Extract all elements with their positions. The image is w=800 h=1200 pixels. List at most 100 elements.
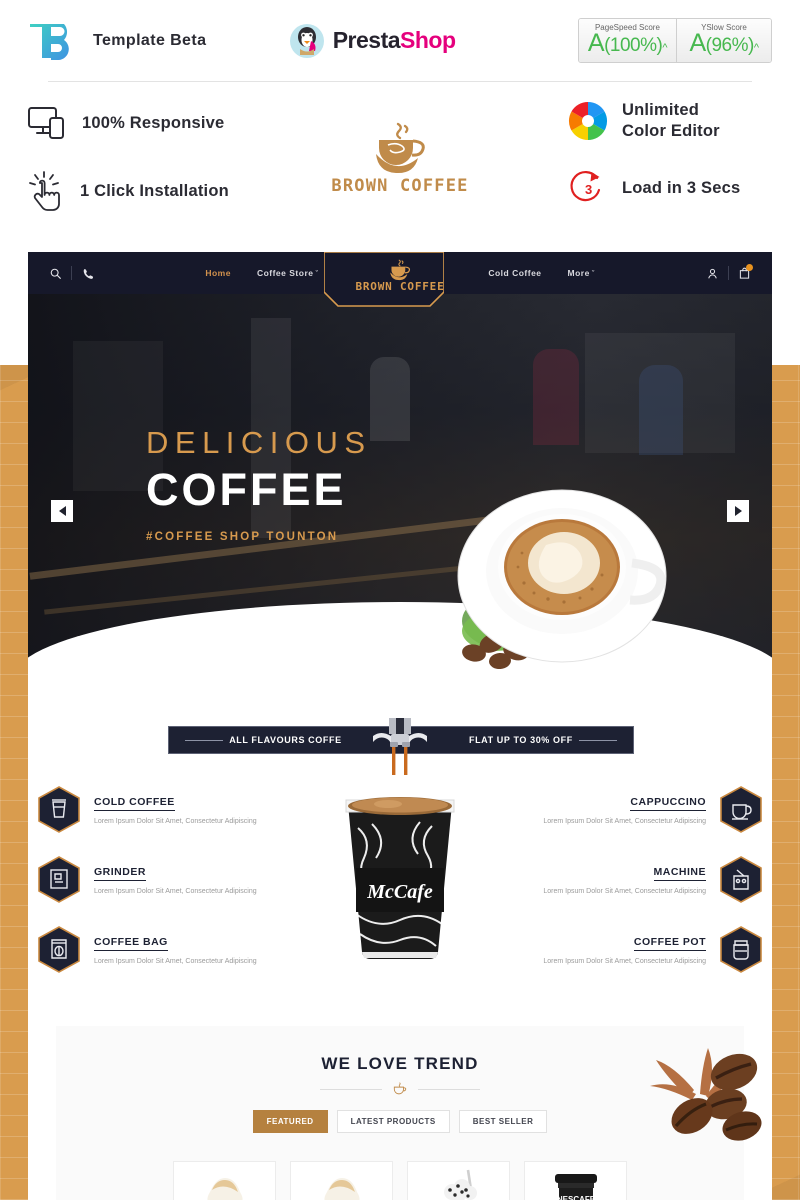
devices-icon xyxy=(28,107,64,139)
phone-icon[interactable] xyxy=(82,268,93,279)
cappuccino-cup-icon xyxy=(720,786,762,833)
site-logo-wordmark: BROWN COFFEE xyxy=(355,280,445,293)
chocolate-shake-image xyxy=(443,1169,477,1200)
tab-best-seller[interactable]: BEST SELLER xyxy=(458,1110,548,1133)
promo-feature-desc: Lorem Ipsum Dolor Sit Amet, Consectetur … xyxy=(94,958,257,965)
speed-timer-icon: 3 xyxy=(570,171,601,202)
site-navbar: Home Coffee Store ˇ Cold Coffee More ˇ B… xyxy=(28,252,772,307)
feature-color-editor: Unlimited Color Editor xyxy=(568,100,720,142)
slider-prev-button[interactable] xyxy=(51,500,73,522)
header-top-row: Template Beta PrestaShop PageSpeed Score… xyxy=(0,0,800,63)
hero-person-shape xyxy=(370,356,411,441)
promo-feature-title: CAPPUCCINO xyxy=(630,796,706,811)
promo-feature-list-left: COLD COFFEE Lorem Ipsum Dolor Sit Amet, … xyxy=(38,786,338,996)
search-icon[interactable] xyxy=(50,268,61,279)
mccafe-cup-image: McCafe xyxy=(332,764,468,969)
cart-icon[interactable] xyxy=(739,264,753,279)
nav-link-cold-coffee[interactable]: Cold Coffee xyxy=(488,268,541,278)
yslow-score: YSlow Score A(96%)^ xyxy=(675,19,771,62)
product-card[interactable] xyxy=(173,1161,276,1200)
svg-text:3: 3 xyxy=(585,182,592,197)
promo-feature-item[interactable]: COFFEE BAG Lorem Ipsum Dolor Sit Amet, C… xyxy=(38,926,338,973)
brown-coffee-wordmark: BROWN COFFEE xyxy=(331,176,469,196)
promo-feature-item[interactable]: GRINDER Lorem Ipsum Dolor Sit Amet, Cons… xyxy=(38,856,338,903)
click-hand-icon xyxy=(29,171,60,211)
tab-latest-products[interactable]: LATEST PRODUCTS xyxy=(336,1110,450,1133)
nav-link-home[interactable]: Home xyxy=(205,268,231,278)
presta-text: Presta xyxy=(332,27,401,53)
promo-feature-title: MACHINE xyxy=(653,866,706,881)
user-icon[interactable] xyxy=(707,268,718,279)
color-editor-line2: Color Editor xyxy=(622,122,720,140)
feature-one-click: 1 Click Installation xyxy=(28,170,229,212)
nescafe-latte-image: NESCAFE xyxy=(554,1174,597,1200)
hero-slider: DELICIOUS COFFEE #COFFEE SHOP TOUNTON xyxy=(28,294,772,686)
promo-feature-desc: Lorem Ipsum Dolor Sit Amet, Consectetur … xyxy=(94,888,257,895)
promo-feature-list-right: CAPPUCCINO Lorem Ipsum Dolor Sit Amet, C… xyxy=(462,786,762,996)
espresso-spout-icon xyxy=(373,718,427,775)
feature-responsive: 100% Responsive xyxy=(28,106,224,140)
product-grid: NESCAFE xyxy=(173,1161,627,1200)
nav-separator xyxy=(71,266,72,280)
brown-coffee-logo: BROWN COFFEE xyxy=(305,120,495,196)
promo-feature-item[interactable]: COFFEE POT Lorem Ipsum Dolor Sit Amet, C… xyxy=(462,926,762,973)
promo-feature-item[interactable]: COLD COFFEE Lorem Ipsum Dolor Sit Amet, … xyxy=(38,786,338,833)
t3-logo-icon xyxy=(30,23,69,60)
pagespeed-score: PageSpeed Score A(100%)^ xyxy=(578,19,676,62)
nav-link-coffee-store[interactable]: Coffee Store ˇ xyxy=(257,268,318,278)
header-divider xyxy=(48,81,752,82)
prestashop-wordmark: PrestaShop xyxy=(333,27,456,54)
hero-person-shape xyxy=(532,348,579,445)
product-card[interactable] xyxy=(407,1161,510,1200)
chevron-left-icon xyxy=(58,506,66,516)
yslow-value: A(96%)^ xyxy=(689,31,759,56)
promo-feature-body: COFFEE POT Lorem Ipsum Dolor Sit Amet, C… xyxy=(462,932,706,967)
promo-feature-item[interactable]: MACHINE Lorem Ipsum Dolor Sit Amet, Cons… xyxy=(462,856,762,903)
cart-count-badge xyxy=(746,264,753,271)
product-card[interactable] xyxy=(290,1161,393,1200)
coffee-pot-icon xyxy=(720,926,762,973)
promo-left-text: ALL FLAVOURS COFFE xyxy=(185,735,342,745)
feature-color-editor-label: Unlimited Color Editor xyxy=(622,100,720,142)
tab-featured[interactable]: FEATURED xyxy=(252,1110,328,1133)
promo-feature-desc: Lorem Ipsum Dolor Sit Amet, Consectetur … xyxy=(543,958,706,965)
feature-highlights: 100% Responsive 1 Click Installation Unl… xyxy=(0,98,800,248)
hero-headline-main: COFFEE xyxy=(146,464,347,515)
promo-feature-title: COLD COFFEE xyxy=(94,796,175,811)
pagespeed-grade: A xyxy=(587,29,605,57)
promo-feature-body: GRINDER Lorem Ipsum Dolor Sit Amet, Cons… xyxy=(94,862,338,897)
hero-coffee-cup-image xyxy=(434,471,684,676)
product-card[interactable]: NESCAFE xyxy=(524,1161,627,1200)
promo-feature-desc: Lorem Ipsum Dolor Sit Amet, Consectetur … xyxy=(543,888,706,895)
hero-copy: DELICIOUS COFFEE #COFFEE SHOP TOUNTON xyxy=(146,424,372,543)
chevron-down-icon: ˇ xyxy=(315,271,319,278)
yslow-caret-icon: ^ xyxy=(753,42,759,54)
hero-headline-top: DELICIOUS xyxy=(146,425,372,460)
yslow-percent: (96%) xyxy=(705,35,755,56)
promo-feature-desc: Lorem Ipsum Dolor Sit Amet, Consectetur … xyxy=(543,818,706,825)
prestashop-logo: PrestaShop xyxy=(289,23,456,59)
navbar-utility-right xyxy=(707,264,753,280)
slider-next-button[interactable] xyxy=(727,500,749,522)
shop-text: Shop xyxy=(400,27,456,53)
nav-link-more[interactable]: More ˇ xyxy=(568,268,595,278)
coffee-cup-icon xyxy=(376,122,425,174)
mccafe-brand-text: McCafe xyxy=(366,881,433,903)
coffee-cup-icon xyxy=(393,1082,407,1095)
promo-feature-item[interactable]: CAPPUCCINO Lorem Ipsum Dolor Sit Amet, C… xyxy=(462,786,762,833)
promo-header: Template Beta PrestaShop PageSpeed Score… xyxy=(0,0,800,252)
coffee-bag-icon xyxy=(38,926,80,973)
navbar-utility-left xyxy=(50,266,93,280)
feature-responsive-label: 100% Responsive xyxy=(82,113,225,132)
performance-scores: PageSpeed Score A(100%)^ YSlow Score A(9… xyxy=(577,18,772,63)
divider-line xyxy=(320,1088,382,1090)
coffee-machine-icon xyxy=(720,856,762,903)
coffee-beans-decoration xyxy=(630,1034,772,1149)
to-go-cup-icon xyxy=(38,786,80,833)
color-editor-line1: Unlimited xyxy=(622,101,699,119)
promo-features-section: ALL FLAVOURS COFFE FLAT UP TO 30% OFF Mc… xyxy=(28,686,772,1026)
promo-feature-body: COFFEE BAG Lorem Ipsum Dolor Sit Amet, C… xyxy=(94,932,338,967)
pagespeed-value: A(100%)^ xyxy=(588,31,668,56)
chevron-right-icon xyxy=(734,506,742,516)
feature-one-click-label: 1 Click Installation xyxy=(80,181,229,200)
